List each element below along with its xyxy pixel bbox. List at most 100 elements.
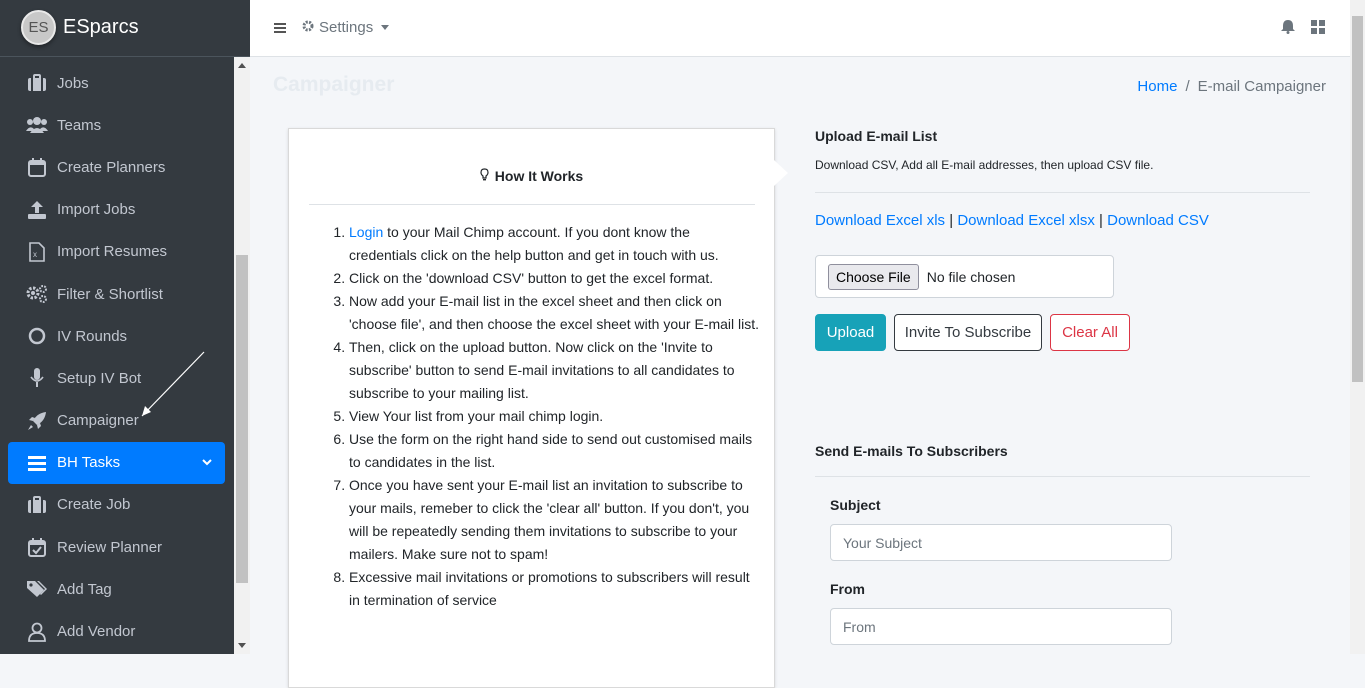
list-icon [26,453,48,473]
invite-to-subscribe-button[interactable]: Invite To Subscribe [894,314,1042,351]
apps-grid-icon[interactable] [1311,20,1325,39]
circle-icon [26,326,48,346]
download-csv-link[interactable]: Download CSV [1107,212,1209,229]
page-title: Campaigner [273,73,395,96]
list-item: Now add your E-mail list in the excel sh… [349,290,759,336]
download-xls-link[interactable]: Download Excel xls [815,212,945,229]
caret-down-icon [381,25,390,30]
sidebar-item-label: Campaigner [57,412,139,430]
tags-icon [26,579,48,599]
sidebar-item-teams[interactable]: Teams [0,104,234,146]
hamburger-menu-icon[interactable] [274,21,286,39]
card-pointer [774,160,788,186]
how-it-works-card: How It Works Login to your Mail Chimp ac… [288,128,775,688]
sidebar-scrollbar[interactable] [234,57,250,654]
choose-file-button[interactable]: Choose File [828,263,919,290]
users-icon [26,115,48,135]
download-xlsx-link[interactable]: Download Excel xlsx [957,212,1095,229]
sidebar-item-create-planners[interactable]: Create Planners [0,146,234,188]
upload-icon [26,200,48,220]
link-separator: | [1099,212,1103,229]
list-item: Login to your Mail Chimp account. If you… [349,221,759,267]
how-it-works-title: How It Works [289,168,774,184]
briefcase-icon [26,495,48,515]
sidebar-item-label: Add Tag [57,580,112,598]
svg-text:x: x [33,250,37,259]
upload-button[interactable]: Upload [815,314,886,351]
file-input[interactable]: Choose File No file chosen [815,255,1114,298]
from-label: From [830,581,865,597]
gears-icon [26,284,48,304]
sidebar-item-label: Import Resumes [57,243,168,261]
scroll-down-arrow-icon[interactable] [238,643,246,648]
send-section-title: Send E-mails To Subscribers [815,443,1008,459]
sidebar-item-bh-tasks[interactable]: BH Tasks [8,441,225,484]
login-link[interactable]: Login [349,224,383,240]
step-text: to your Mail Chimp account. If you dont … [349,224,719,263]
sidebar-item-review-planner[interactable]: Review Planner [0,526,234,568]
brand-link[interactable]: ES ESparcs [0,0,250,57]
page-scrollbar[interactable] [1350,0,1365,654]
subject-input[interactable]: Your Subject [830,524,1172,561]
annotation-arrow [141,351,205,417]
sidebar-item-label: Setup IV Bot [57,369,142,387]
microphone-icon [26,368,48,388]
brand-name: ESparcs [63,16,139,38]
settings-label: Settings [319,19,374,36]
chevron-down-icon [201,455,213,472]
link-separator: | [949,212,954,229]
sidebar-item-label: Review Planner [57,538,163,556]
calendar-check-icon [26,537,48,557]
list-item: Once you have sent your E-mail list an i… [349,474,759,566]
steps-list: Login to your Mail Chimp account. If you… [349,221,759,612]
list-item: View Your list from your mail chimp logi… [349,405,759,428]
sidebar: ES ESparcs Jobs Teams Create Planners Im… [0,0,250,654]
briefcase-icon [26,73,48,93]
upload-description: Download CSV, Add all E-mail addresses, … [815,158,1154,172]
sidebar-item-import-resumes[interactable]: x Import Resumes [0,231,234,273]
sidebar-item-label: IV Rounds [57,327,128,345]
sidebar-item-label: Filter & Shortlist [57,285,163,303]
calendar-icon [26,157,48,177]
divider [815,192,1310,193]
gear-icon [302,19,314,36]
how-it-works-title-text: How It Works [494,168,584,184]
lightbulb-icon [480,168,489,184]
subject-label: Subject [830,497,881,513]
list-item: Then, click on the upload button. Now cl… [349,336,759,405]
sidebar-item-filter-shortlist[interactable]: Filter & Shortlist [0,273,234,315]
sidebar-item-label: Create Planners [57,158,166,176]
sidebar-item-import-jobs[interactable]: Import Jobs [0,189,234,231]
scroll-up-arrow-icon[interactable] [238,63,246,68]
list-item: Use the form on the right hand side to s… [349,428,759,474]
main-content: Campaigner Home / E-mail Campaigner How It… [250,57,1350,688]
sidebar-item-label: Create Job [57,496,131,514]
list-item: Click on the 'download CSV' button to ge… [349,267,759,290]
divider [309,204,755,205]
bell-icon[interactable] [1281,19,1295,39]
breadcrumb: Home / E-mail Campaigner [1137,78,1326,95]
sidebar-item-label: Teams [57,116,102,134]
file-status: No file chosen [926,268,1016,285]
top-navbar: Settings [250,0,1350,57]
sidebar-item-label: Jobs [57,74,89,92]
sidebar-item-label: Import Jobs [57,201,136,219]
sidebar-item-add-tag[interactable]: Add Tag [0,568,234,610]
sidebar-item-add-vendor[interactable]: Add Vendor [0,610,234,652]
from-input[interactable]: From [830,608,1172,645]
settings-dropdown[interactable]: Settings [302,19,390,36]
excel-file-icon: x [26,242,48,262]
page-scrollbar-thumb[interactable] [1352,16,1363,382]
clear-all-button[interactable]: Clear All [1050,314,1130,351]
upload-section-title: Upload E-mail List [815,128,938,144]
sidebar-scrollbar-thumb[interactable] [236,255,248,583]
sidebar-item-jobs[interactable]: Jobs [0,62,234,104]
sidebar-item-create-job[interactable]: Create Job [0,484,234,526]
list-item: Excessive mail invitations or promotions… [349,566,759,612]
download-links: Download Excel xls | Download Excel xlsx… [815,212,1209,229]
divider [815,476,1310,477]
sidebar-item-label: BH Tasks [57,454,121,472]
breadcrumb-home-link[interactable]: Home [1137,78,1177,95]
breadcrumb-separator: / [1185,78,1190,95]
sidebar-item-label: Add Vendor [57,623,136,641]
